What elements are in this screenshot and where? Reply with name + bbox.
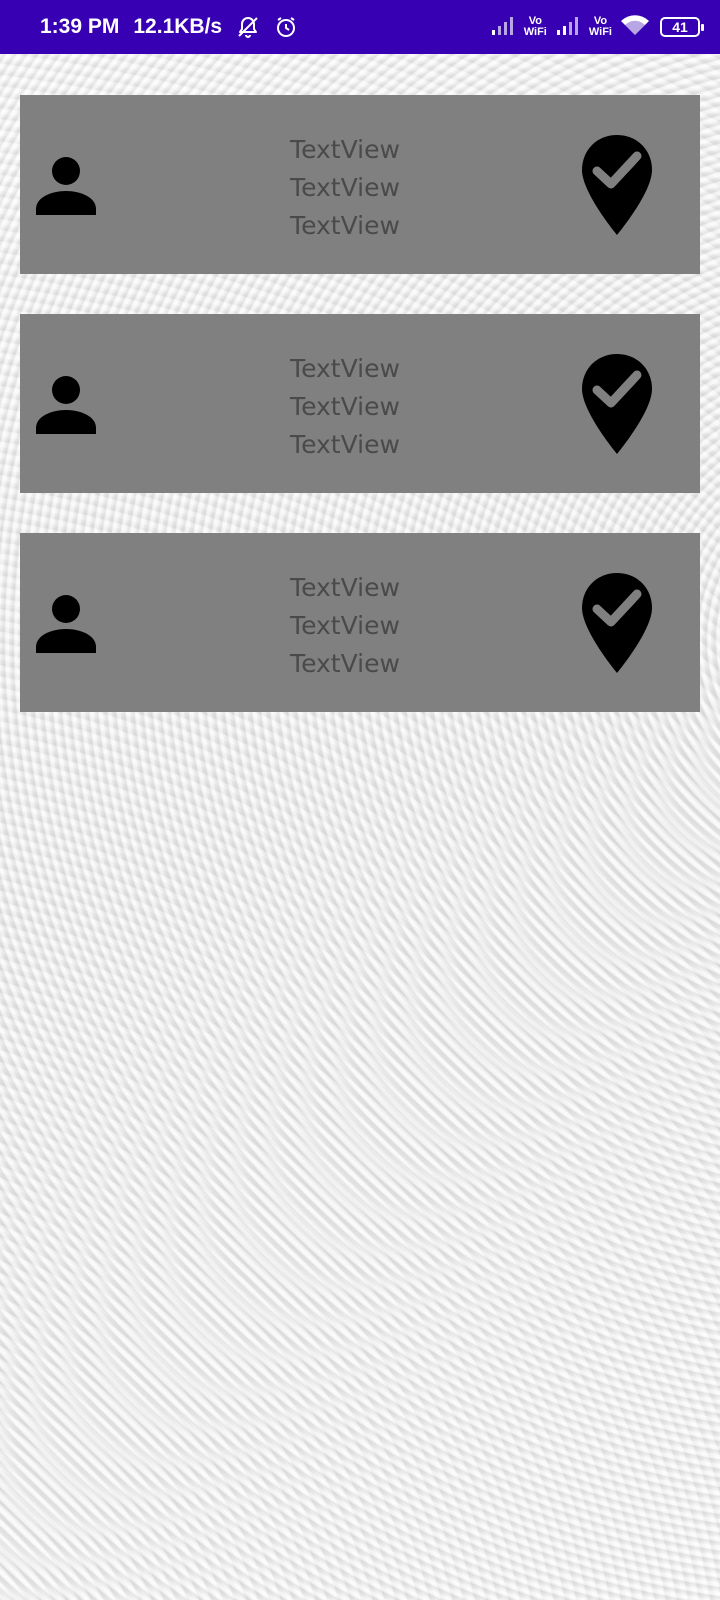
person-icon [36, 157, 96, 215]
card-text-line-1: TextView [290, 354, 400, 383]
vowifi-label-bottom: WiFi [523, 26, 547, 38]
status-time: 1:39 PM [40, 15, 120, 38]
card-list: TextView TextView TextView TextView Text… [20, 95, 700, 752]
card-text-line-3: TextView [290, 649, 400, 678]
list-item[interactable]: TextView TextView TextView [20, 314, 700, 493]
signal-icon [490, 14, 518, 41]
card-text-line-1: TextView [290, 135, 400, 164]
card-text-group: TextView TextView TextView [220, 350, 470, 464]
vowifi-label-bottom: WiFi [588, 26, 612, 38]
status-left: 1:39 PM 12.1KB/s [40, 15, 312, 39]
location-check-icon[interactable] [580, 571, 654, 675]
alarm-icon [274, 15, 298, 39]
battery-icon: 41 [660, 17, 704, 37]
network-speed: 12.1KB/s [133, 15, 223, 38]
card-text-line-3: TextView [290, 211, 400, 240]
card-text-line-2: TextView [290, 611, 400, 640]
vowifi-indicator-2: Vo WiFi [589, 16, 612, 38]
signal-icon [555, 14, 583, 41]
card-text-group: TextView TextView TextView [220, 131, 470, 245]
bell-off-icon [236, 15, 260, 39]
vowifi-indicator-1: Vo WiFi [524, 16, 547, 38]
card-text-group: TextView TextView TextView [220, 569, 470, 683]
status-right: Vo WiFi Vo WiFi 41 [490, 13, 704, 42]
card-text-line-2: TextView [290, 392, 400, 421]
person-icon [36, 595, 96, 653]
battery-level: 41 [672, 19, 688, 35]
status-bar: 1:39 PM 12.1KB/s Vo WiFi Vo WiFi 41 [0, 0, 720, 54]
card-text-line-2: TextView [290, 173, 400, 202]
wifi-icon [620, 13, 650, 42]
card-text-line-3: TextView [290, 430, 400, 459]
list-item[interactable]: TextView TextView TextView [20, 533, 700, 712]
list-item[interactable]: TextView TextView TextView [20, 95, 700, 274]
card-text-line-1: TextView [290, 573, 400, 602]
location-check-icon[interactable] [580, 133, 654, 237]
person-icon [36, 376, 96, 434]
location-check-icon[interactable] [580, 352, 654, 456]
